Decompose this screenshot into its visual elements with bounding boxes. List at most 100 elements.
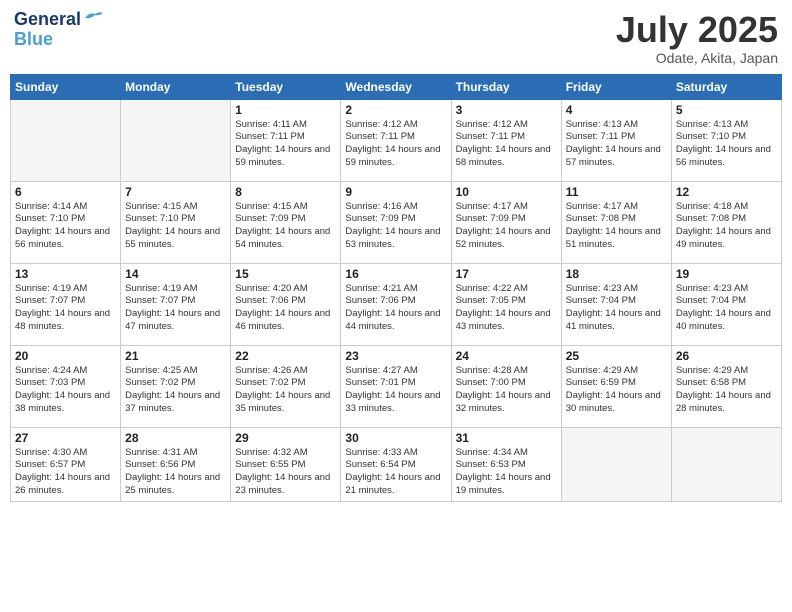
logo-text: General (14, 10, 81, 30)
day-number: 3 (456, 103, 557, 117)
calendar-week-2: 6Sunrise: 4:14 AM Sunset: 7:10 PM Daylig… (11, 181, 782, 263)
day-info: Sunrise: 4:33 AM Sunset: 6:54 PM Dayligh… (345, 447, 446, 498)
calendar-cell: 14Sunrise: 4:19 AM Sunset: 7:07 PM Dayli… (121, 263, 231, 345)
weekday-header-tuesday: Tuesday (231, 74, 341, 99)
day-number: 16 (345, 267, 446, 281)
calendar-cell: 20 Sunrise: 4:24 AM Sunset: 7:03 PM Dayli… (11, 345, 121, 427)
day-info: Sunrise: 4:12 AM Sunset: 7:11 PM Dayligh… (456, 119, 557, 170)
calendar-cell: 22Sunrise: 4:26 AM Sunset: 7:02 PM Dayli… (231, 345, 341, 427)
calendar-cell: 31Sunrise: 4:34 AM Sunset: 6:53 PM Dayli… (451, 427, 561, 501)
calendar-cell: 19Sunrise: 4:23 AM Sunset: 7:04 PM Dayli… (671, 263, 781, 345)
day-info: Sunrise: 4:15 AM Sunset: 7:10 PM Dayligh… (125, 201, 226, 252)
calendar-cell: 18 Sunrise: 4:23 AM Sunset: 7:04 PM Dayli… (561, 263, 671, 345)
day-number: 30 (345, 431, 446, 445)
day-info: Sunrise: 4:13 AM Sunset: 7:10 PM Dayligh… (676, 119, 777, 170)
day-info: Sunrise: 4:25 AM Sunset: 7:02 PM Dayligh… (125, 365, 226, 416)
day-number: 29 (235, 431, 336, 445)
day-number: 26 (676, 349, 777, 363)
location: Odate, Akita, Japan (616, 50, 778, 66)
day-number: 14 (125, 267, 226, 281)
day-info: Sunrise: 4:18 AM Sunset: 7:08 PM Dayligh… (676, 201, 777, 252)
calendar-cell: 2Sunrise: 4:12 AM Sunset: 7:11 PM Daylig… (341, 99, 451, 181)
day-number: 12 (676, 185, 777, 199)
calendar-cell: 1 Sunrise: 4:11 AM Sunset: 7:11 PM Daylig… (231, 99, 341, 181)
calendar-week-1: 1 Sunrise: 4:11 AM Sunset: 7:11 PM Daylig… (11, 99, 782, 181)
day-info: Sunrise: 4:27 AM Sunset: 7:01 PM Dayligh… (345, 365, 446, 416)
calendar-cell: 7Sunrise: 4:15 AM Sunset: 7:10 PM Daylig… (121, 181, 231, 263)
calendar-cell: 26 Sunrise: 4:29 AM Sunset: 6:58 PM Dayli… (671, 345, 781, 427)
day-number: 20 (15, 349, 116, 363)
day-number: 4 (566, 103, 667, 117)
calendar-cell: 4 Sunrise: 4:13 AM Sunset: 7:11 PM Daylig… (561, 99, 671, 181)
day-number: 1 (235, 103, 336, 117)
day-info: Sunrise: 4:17 AM Sunset: 7:08 PM Dayligh… (566, 201, 667, 252)
page: General Blue July 2025 Odate, Akita, Jap… (0, 0, 792, 612)
day-info: Sunrise: 4:20 AM Sunset: 7:06 PM Dayligh… (235, 283, 336, 334)
calendar-week-5: 27 Sunrise: 4:30 AM Sunset: 6:57 PM Dayli… (11, 427, 782, 501)
day-number: 24 (456, 349, 557, 363)
day-info: Sunrise: 4:16 AM Sunset: 7:09 PM Dayligh… (345, 201, 446, 252)
logo-blue: Blue (14, 30, 53, 50)
calendar-cell: 3 Sunrise: 4:12 AM Sunset: 7:11 PM Daylig… (451, 99, 561, 181)
day-info: Sunrise: 4:17 AM Sunset: 7:09 PM Dayligh… (456, 201, 557, 252)
day-info: Sunrise: 4:21 AM Sunset: 7:06 PM Dayligh… (345, 283, 446, 334)
day-info: Sunrise: 4:29 AM Sunset: 6:59 PM Dayligh… (566, 365, 667, 416)
calendar-cell: 17 Sunrise: 4:22 AM Sunset: 7:05 PM Dayli… (451, 263, 561, 345)
day-number: 19 (676, 267, 777, 281)
calendar-cell: 15 Sunrise: 4:20 AM Sunset: 7:06 PM Dayli… (231, 263, 341, 345)
day-number: 27 (15, 431, 116, 445)
calendar-cell (11, 99, 121, 181)
day-info: Sunrise: 4:34 AM Sunset: 6:53 PM Dayligh… (456, 447, 557, 498)
day-number: 15 (235, 267, 336, 281)
day-info: Sunrise: 4:28 AM Sunset: 7:00 PM Dayligh… (456, 365, 557, 416)
calendar-cell: 21 Sunrise: 4:25 AM Sunset: 7:02 PM Dayli… (121, 345, 231, 427)
calendar-cell: 29 Sunrise: 4:32 AM Sunset: 6:55 PM Dayli… (231, 427, 341, 501)
day-info: Sunrise: 4:29 AM Sunset: 6:58 PM Dayligh… (676, 365, 777, 416)
day-info: Sunrise: 4:22 AM Sunset: 7:05 PM Dayligh… (456, 283, 557, 334)
day-number: 9 (345, 185, 446, 199)
weekday-header-monday: Monday (121, 74, 231, 99)
weekday-header-sunday: Sunday (11, 74, 121, 99)
day-number: 11 (566, 185, 667, 199)
calendar-cell: 30 Sunrise: 4:33 AM Sunset: 6:54 PM Dayli… (341, 427, 451, 501)
weekday-header-wednesday: Wednesday (341, 74, 451, 99)
calendar-cell: 27 Sunrise: 4:30 AM Sunset: 6:57 PM Dayli… (11, 427, 121, 501)
day-info: Sunrise: 4:19 AM Sunset: 7:07 PM Dayligh… (15, 283, 116, 334)
day-info: Sunrise: 4:11 AM Sunset: 7:11 PM Dayligh… (235, 119, 336, 170)
day-info: Sunrise: 4:15 AM Sunset: 7:09 PM Dayligh… (235, 201, 336, 252)
day-info: Sunrise: 4:13 AM Sunset: 7:11 PM Dayligh… (566, 119, 667, 170)
calendar-cell: 13Sunrise: 4:19 AM Sunset: 7:07 PM Dayli… (11, 263, 121, 345)
calendar-cell: 24 Sunrise: 4:28 AM Sunset: 7:00 PM Dayli… (451, 345, 561, 427)
day-info: Sunrise: 4:30 AM Sunset: 6:57 PM Dayligh… (15, 447, 116, 498)
calendar-cell (121, 99, 231, 181)
day-number: 10 (456, 185, 557, 199)
calendar-cell: 25 Sunrise: 4:29 AM Sunset: 6:59 PM Dayli… (561, 345, 671, 427)
day-info: Sunrise: 4:23 AM Sunset: 7:04 PM Dayligh… (566, 283, 667, 334)
day-number: 17 (456, 267, 557, 281)
calendar-cell: 12 Sunrise: 4:18 AM Sunset: 7:08 PM Dayli… (671, 181, 781, 263)
weekday-header-row: SundayMondayTuesdayWednesdayThursdayFrid… (11, 74, 782, 99)
day-number: 18 (566, 267, 667, 281)
day-number: 25 (566, 349, 667, 363)
calendar-cell: 23Sunrise: 4:27 AM Sunset: 7:01 PM Dayli… (341, 345, 451, 427)
day-info: Sunrise: 4:31 AM Sunset: 6:56 PM Dayligh… (125, 447, 226, 498)
calendar-cell: 11 Sunrise: 4:17 AM Sunset: 7:08 PM Dayli… (561, 181, 671, 263)
day-info: Sunrise: 4:26 AM Sunset: 7:02 PM Dayligh… (235, 365, 336, 416)
calendar-cell: 5Sunrise: 4:13 AM Sunset: 7:10 PM Daylig… (671, 99, 781, 181)
day-info: Sunrise: 4:32 AM Sunset: 6:55 PM Dayligh… (235, 447, 336, 498)
calendar-week-4: 20 Sunrise: 4:24 AM Sunset: 7:03 PM Dayli… (11, 345, 782, 427)
day-number: 21 (125, 349, 226, 363)
calendar: SundayMondayTuesdayWednesdayThursdayFrid… (10, 74, 782, 502)
day-info: Sunrise: 4:24 AM Sunset: 7:03 PM Dayligh… (15, 365, 116, 416)
calendar-cell: 8Sunrise: 4:15 AM Sunset: 7:09 PM Daylig… (231, 181, 341, 263)
weekday-header-friday: Friday (561, 74, 671, 99)
calendar-cell: 16 Sunrise: 4:21 AM Sunset: 7:06 PM Dayli… (341, 263, 451, 345)
bird-icon (83, 10, 105, 26)
day-number: 2 (345, 103, 446, 117)
month-title: July 2025 (616, 10, 778, 50)
calendar-cell: 9 Sunrise: 4:16 AM Sunset: 7:09 PM Daylig… (341, 181, 451, 263)
header: General Blue July 2025 Odate, Akita, Jap… (10, 10, 782, 66)
logo: General Blue (14, 10, 105, 50)
calendar-cell (561, 427, 671, 501)
weekday-header-thursday: Thursday (451, 74, 561, 99)
